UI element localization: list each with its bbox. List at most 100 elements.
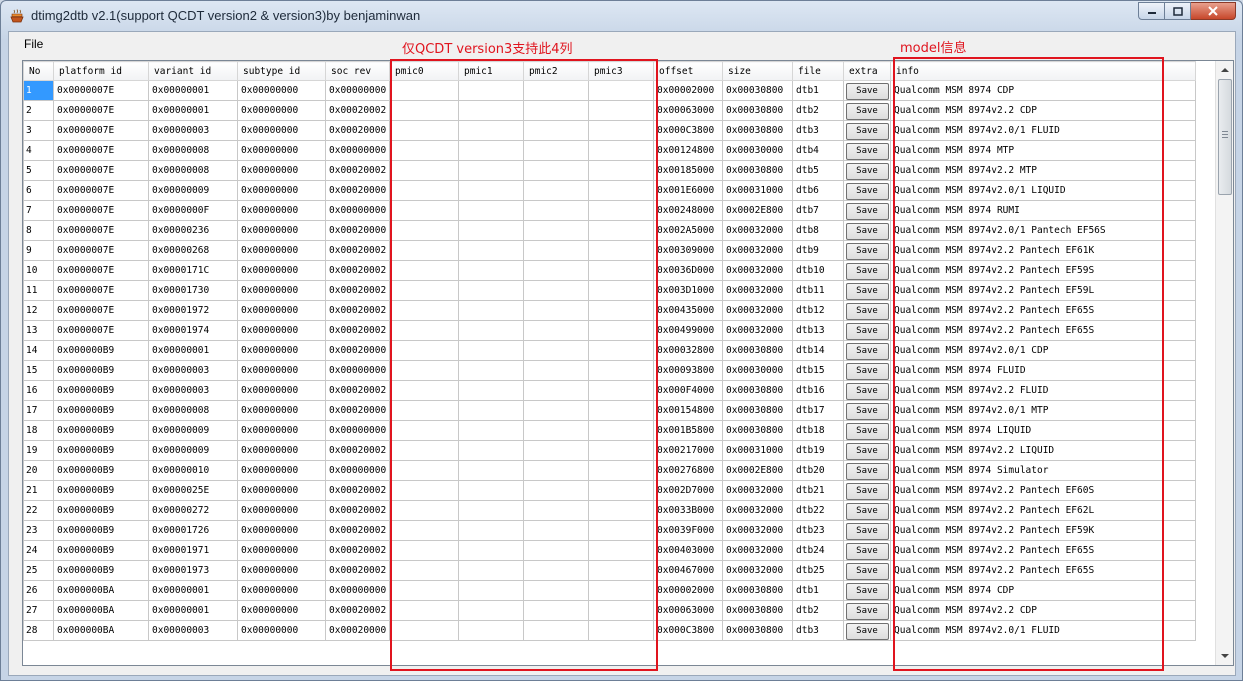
table-row[interactable]: 18 0x000000B9 0x00000009 0x00000000 0x000000… [23, 420, 1196, 441]
cell-no[interactable]: 19 [23, 440, 54, 461]
save-button[interactable]: Save [845, 362, 889, 380]
cell-platform[interactable]: 0x000000BA [53, 600, 149, 621]
cell-pmic3[interactable] [588, 240, 654, 261]
cell-pmic3[interactable] [588, 100, 654, 121]
cell-variant[interactable]: 0x00001971 [148, 540, 238, 561]
cell-pmic0[interactable] [389, 440, 459, 461]
cell-info[interactable]: Qualcomm MSM 8974v2.0/1 LIQUID [890, 180, 1196, 201]
column-header[interactable]: extra [843, 61, 891, 81]
cell-platform[interactable]: 0x0000007E [53, 80, 149, 101]
cell-pmic1[interactable] [458, 120, 524, 141]
cell-file[interactable]: dtb8 [792, 220, 844, 241]
cell-pmic3[interactable] [588, 120, 654, 141]
cell-info[interactable]: Qualcomm MSM 8974 MTP [890, 140, 1196, 161]
cell-subtype[interactable]: 0x00000000 [237, 560, 326, 581]
menu-file[interactable]: File [24, 37, 43, 51]
cell-variant[interactable]: 0x00000008 [148, 140, 238, 161]
cell-subtype[interactable]: 0x00000000 [237, 340, 326, 361]
cell-variant[interactable]: 0x00000001 [148, 100, 238, 121]
table-row[interactable]: 12 0x0000007E 0x00001972 0x00000000 0x000200… [23, 300, 1196, 321]
cell-pmic3[interactable] [588, 260, 654, 281]
cell-pmic0[interactable] [389, 600, 459, 621]
cell-no[interactable]: 9 [23, 240, 54, 261]
cell-pmic1[interactable] [458, 480, 524, 501]
table-row[interactable]: 24 0x000000B9 0x00001971 0x00000000 0x000200… [23, 540, 1196, 561]
cell-platform[interactable]: 0x000000BA [53, 620, 149, 641]
cell-pmic2[interactable] [523, 620, 589, 641]
save-button[interactable]: Save [845, 162, 889, 180]
save-button[interactable]: Save [845, 582, 889, 600]
cell-variant[interactable]: 0x00000001 [148, 600, 238, 621]
table-row[interactable]: 3 0x0000007E 0x00000003 0x00000000 0x0002000… [23, 120, 1196, 141]
cell-no[interactable]: 23 [23, 520, 54, 541]
cell-variant[interactable]: 0x00001972 [148, 300, 238, 321]
cell-no[interactable]: 1 [23, 80, 54, 101]
title-bar[interactable]: dtimg2dtb v2.1(support QCDT version2 & v… [1, 1, 1242, 31]
cell-subtype[interactable]: 0x00000000 [237, 380, 326, 401]
cell-pmic2[interactable] [523, 340, 589, 361]
cell-pmic1[interactable] [458, 140, 524, 161]
column-header[interactable]: No [23, 61, 54, 81]
column-header[interactable]: pmic3 [588, 61, 654, 81]
cell-file[interactable]: dtb7 [792, 200, 844, 221]
table-row[interactable]: 8 0x0000007E 0x00000236 0x00000000 0x0002000… [23, 220, 1196, 241]
cell-file[interactable]: dtb17 [792, 400, 844, 421]
cell-pmic0[interactable] [389, 240, 459, 261]
cell-file[interactable]: dtb3 [792, 620, 844, 641]
cell-pmic3[interactable] [588, 200, 654, 221]
cell-pmic2[interactable] [523, 520, 589, 541]
cell-socrev[interactable]: 0x00020002 [325, 160, 390, 181]
cell-pmic1[interactable] [458, 100, 524, 121]
cell-variant[interactable]: 0x00000009 [148, 420, 238, 441]
table-row[interactable]: 6 0x0000007E 0x00000009 0x00000000 0x0002000… [23, 180, 1196, 201]
cell-variant[interactable]: 0x00001974 [148, 320, 238, 341]
cell-pmic2[interactable] [523, 600, 589, 621]
cell-socrev[interactable]: 0x00020000 [325, 620, 390, 641]
cell-pmic1[interactable] [458, 420, 524, 441]
cell-size[interactable]: 0x00030800 [722, 600, 793, 621]
cell-pmic2[interactable] [523, 580, 589, 601]
cell-pmic3[interactable] [588, 160, 654, 181]
cell-file[interactable]: dtb25 [792, 560, 844, 581]
cell-subtype[interactable]: 0x00000000 [237, 480, 326, 501]
cell-info[interactable]: Qualcomm MSM 8974v2.2 LIQUID [890, 440, 1196, 461]
save-button[interactable]: Save [845, 302, 889, 320]
cell-pmic1[interactable] [458, 500, 524, 521]
cell-platform[interactable]: 0x000000B9 [53, 500, 149, 521]
cell-info[interactable]: Qualcomm MSM 8974v2.0/1 MTP [890, 400, 1196, 421]
cell-no[interactable]: 22 [23, 500, 54, 521]
cell-platform[interactable]: 0x0000007E [53, 160, 149, 181]
cell-pmic3[interactable] [588, 340, 654, 361]
cell-file[interactable]: dtb22 [792, 500, 844, 521]
cell-platform[interactable]: 0x000000BA [53, 580, 149, 601]
cell-no[interactable]: 2 [23, 100, 54, 121]
cell-pmic2[interactable] [523, 400, 589, 421]
cell-no[interactable]: 21 [23, 480, 54, 501]
cell-info[interactable]: Qualcomm MSM 8974v2.2 Pantech EF65S [890, 540, 1196, 561]
save-button[interactable]: Save [845, 262, 889, 280]
cell-platform[interactable]: 0x000000B9 [53, 420, 149, 441]
cell-pmic3[interactable] [588, 520, 654, 541]
cell-info[interactable]: Qualcomm MSM 8974v2.0/1 FLUID [890, 620, 1196, 641]
cell-socrev[interactable]: 0x00000000 [325, 80, 390, 101]
save-button[interactable]: Save [845, 342, 889, 360]
cell-socrev[interactable]: 0x00020002 [325, 240, 390, 261]
cell-pmic0[interactable] [389, 480, 459, 501]
table-row[interactable]: 9 0x0000007E 0x00000268 0x00000000 0x0002000… [23, 240, 1196, 261]
cell-info[interactable]: Qualcomm MSM 8974v2.2 Pantech EF65S [890, 300, 1196, 321]
cell-socrev[interactable]: 0x00000000 [325, 140, 390, 161]
scroll-thumb[interactable] [1218, 79, 1232, 195]
cell-info[interactable]: Qualcomm MSM 8974 Simulator [890, 460, 1196, 481]
cell-offset[interactable]: 0x00063000 [653, 600, 723, 621]
save-button[interactable]: Save [845, 462, 889, 480]
cell-socrev[interactable]: 0x00020002 [325, 380, 390, 401]
table-row[interactable]: 21 0x000000B9 0x0000025E 0x00000000 0x000200… [23, 480, 1196, 501]
save-button[interactable]: Save [845, 82, 889, 100]
cell-pmic1[interactable] [458, 80, 524, 101]
cell-pmic2[interactable] [523, 420, 589, 441]
table-row[interactable]: 28 0x000000BA 0x00000003 0x00000000 0x000200… [23, 620, 1196, 641]
cell-no[interactable]: 5 [23, 160, 54, 181]
column-header[interactable]: variant id [148, 61, 238, 81]
table-row[interactable]: 14 0x000000B9 0x00000001 0x00000000 0x000200… [23, 340, 1196, 361]
cell-socrev[interactable]: 0x00020002 [325, 440, 390, 461]
